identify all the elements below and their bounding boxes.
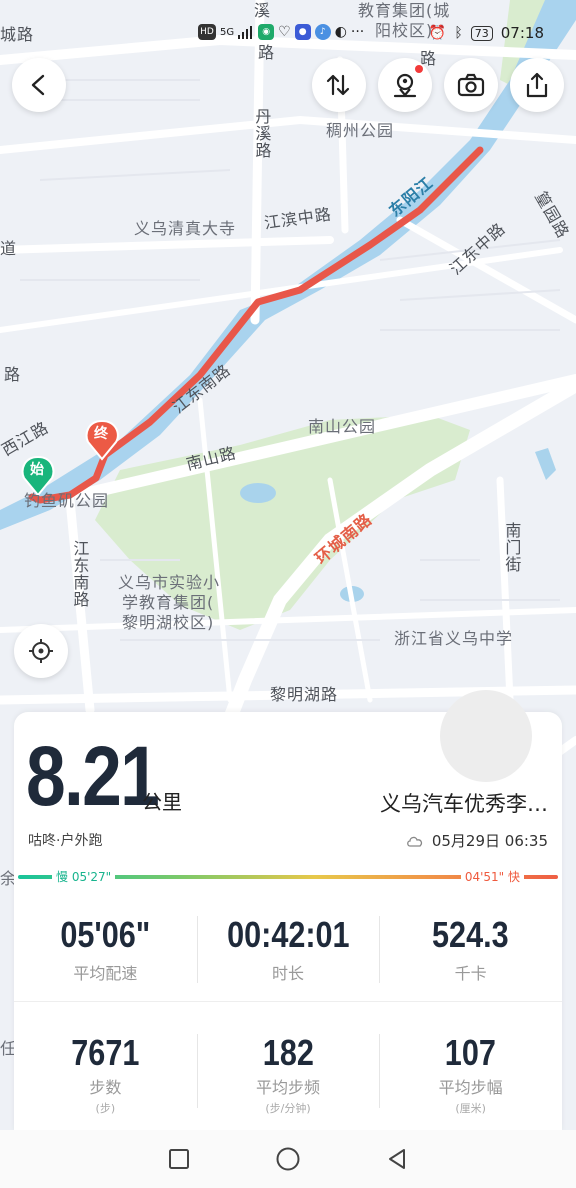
home-circle-icon[interactable] [275, 1146, 301, 1172]
chevron-left-icon [31, 74, 45, 96]
run-date-text: 05月29日 06:35 [431, 832, 548, 850]
map-label: 丹溪路 [252, 108, 272, 159]
distance-value: 8.21 [26, 729, 160, 823]
map-label: 路 [4, 365, 22, 384]
avatar[interactable] [440, 690, 532, 782]
marker-button[interactable] [378, 58, 432, 112]
chat-icon: ● [294, 24, 311, 40]
map-label: 稠州公园 [326, 121, 395, 140]
status-icons-left: HD 5G ◉ ♡ ● ♪ ◐ ··· [198, 24, 364, 40]
status-time: 07:18 [500, 24, 544, 42]
stat-label: 平均步频 [256, 1078, 321, 1097]
stat-unit: (步) [95, 1102, 116, 1115]
back-triangle-icon[interactable] [385, 1147, 409, 1171]
map-label: 义乌清真大寺 [134, 219, 237, 238]
stat-value: 107 [445, 1032, 497, 1073]
map-label: 江东南路 [70, 540, 90, 608]
music-icon: ♪ [314, 24, 331, 40]
stat-calories: 524.3 千卡 [379, 898, 562, 1001]
stats-row-secondary: 7671 步数 (步) 182 平均步频 (步/分钟) 107 平均步幅 (厘米… [14, 1016, 562, 1126]
pace-slow-label: 慢 05'27" [52, 869, 116, 885]
status-bar: HD 5G ◉ ♡ ● ♪ ◐ ··· ⏰ ᛒ 73 07:18 [0, 18, 576, 50]
status-icons-right: ⏰ ᛒ 73 07:18 [429, 24, 544, 42]
end-marker-label: 终 [94, 426, 109, 442]
locate-button[interactable] [14, 624, 68, 678]
stats-row-primary: 05'06" 平均配速 00:42:01 时长 524.3 千卡 [14, 898, 562, 1002]
5g-icon: 5G [220, 26, 235, 38]
run-type: 咕咚·户外跑 [28, 833, 103, 849]
run-date: 05月29日 06:35 [406, 830, 548, 851]
stat-value: 7671 [71, 1032, 140, 1073]
map-label: 钓鱼矶公园 [24, 491, 110, 510]
heart-icon: ♡ [278, 24, 291, 40]
stat-value: 524.3 [432, 914, 509, 955]
stat-label: 千卡 [454, 964, 487, 983]
run-summary-panel: 8.21 公里 义乌汽车优秀李… 咕咚·户外跑 05月29日 06:35 慢 0… [14, 690, 562, 1132]
map-label: 南山公园 [308, 417, 377, 436]
notification-dot [415, 65, 423, 73]
stat-unit: (厘米) [455, 1102, 486, 1115]
location-person-icon [393, 73, 417, 98]
battery-icon: 73 [470, 25, 493, 41]
map-label: 学教育集团( [122, 593, 215, 612]
stat-label: 平均配速 [73, 964, 138, 983]
share-button[interactable] [510, 58, 564, 112]
back-button[interactable] [12, 58, 66, 112]
stat-avg-pace: 05'06" 平均配速 [14, 898, 197, 1001]
stat-steps: 7671 步数 (步) [14, 1016, 197, 1126]
stat-label: 时长 [272, 964, 305, 983]
route-switch-icon [326, 74, 350, 96]
map-label: 南门街 [502, 522, 522, 573]
stat-value: 05'06" [60, 914, 151, 955]
cloud-icon [406, 836, 422, 847]
crosshair-icon [29, 639, 53, 663]
stat-cadence: 182 平均步频 (步/分钟) [196, 1016, 380, 1126]
more-dots-icon: ··· [350, 24, 365, 40]
map-label: 义乌市实验小 [118, 573, 221, 592]
start-marker-label: 始 [30, 462, 45, 478]
camera-button[interactable] [444, 58, 498, 112]
distance-unit: 公里 [142, 790, 182, 814]
camera-icon [457, 73, 485, 97]
run-title[interactable]: 义乌汽车优秀李… [380, 788, 548, 818]
map-label: 道 [0, 239, 18, 258]
map-label: 浙江省义乌中学 [394, 629, 514, 648]
map-label: 黎明湖校区) [122, 613, 215, 632]
alarm-icon: ⏰ [428, 25, 447, 41]
stat-label: 步数 [89, 1078, 122, 1097]
share-icon [526, 72, 548, 98]
bluetooth-icon: ᛒ [454, 25, 463, 41]
app-icon: ◉ [258, 24, 275, 40]
pace-fast-label: 04'51" 快 [460, 869, 524, 885]
stat-value: 182 [262, 1032, 314, 1073]
stat-duration: 00:42:01 时长 [196, 898, 380, 1001]
signal-icon [238, 26, 253, 39]
pace-bar: 慢 05'27" 04'51" 快 [18, 869, 558, 885]
compass-icon: ◐ [334, 24, 347, 40]
stat-value: 00:42:01 [226, 914, 350, 955]
stat-label: 平均步幅 [438, 1078, 503, 1097]
recents-square-icon[interactable] [167, 1147, 191, 1171]
map-label: 黎明湖路 [270, 685, 339, 704]
hd-icon: HD [198, 24, 216, 40]
system-nav-bar [0, 1130, 576, 1188]
stat-stride: 107 平均步幅 (厘米) [379, 1016, 562, 1126]
route-toggle-button[interactable] [312, 58, 366, 112]
stat-unit: (步/分钟) [265, 1102, 311, 1115]
